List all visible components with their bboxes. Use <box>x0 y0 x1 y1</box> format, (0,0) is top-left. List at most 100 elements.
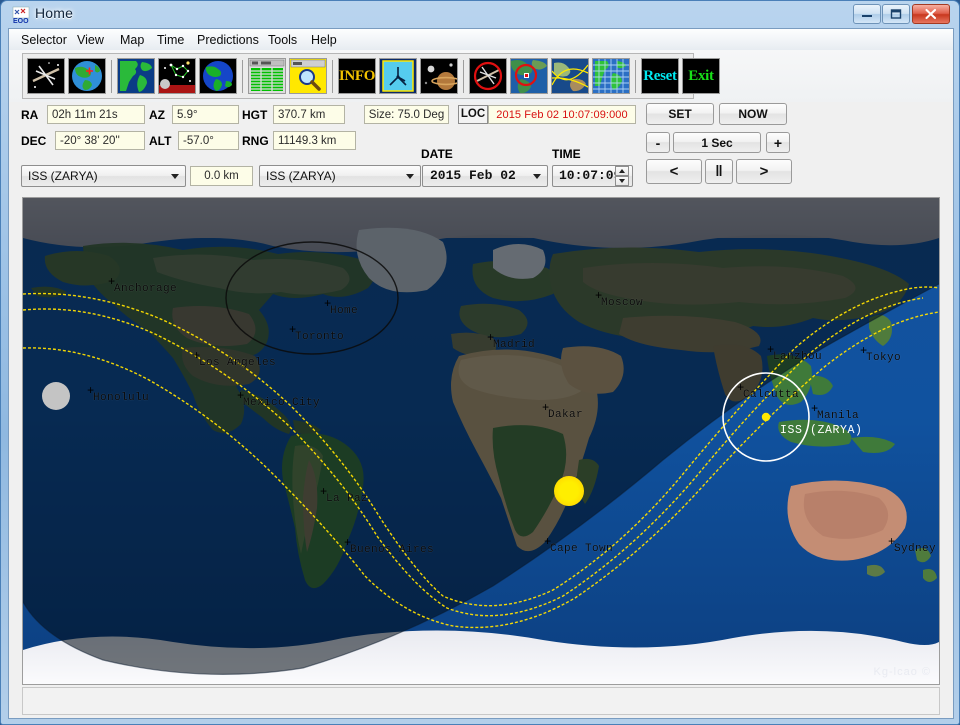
reset-button[interactable]: Reset <box>641 58 679 94</box>
city-label-cape-town: Cape Town <box>550 543 614 555</box>
globe-tracking-icon[interactable] <box>68 58 106 94</box>
set-button[interactable]: SET <box>646 103 714 125</box>
time-stepper[interactable] <box>615 166 629 186</box>
city-label-moscow: Moscow <box>601 297 644 309</box>
toolbar-separator <box>111 60 112 93</box>
time-value: 10:07:09 <box>559 168 622 183</box>
menu-map[interactable]: Map <box>115 32 149 48</box>
city-label-madrid: Madrid <box>493 339 536 351</box>
chevron-down-icon[interactable] <box>401 168 418 184</box>
earth-globe-icon[interactable] <box>199 58 237 94</box>
status-bar <box>22 687 940 715</box>
svg-text:EOO: EOO <box>13 18 29 24</box>
toolbar-panel: INFO Reset Exit <box>22 53 720 99</box>
city-label-lanzhou: Lanzhou <box>773 351 823 363</box>
maximize-button[interactable] <box>882 4 910 24</box>
info-icon[interactable]: INFO <box>338 58 376 94</box>
city-label-honolulu: Honolulu <box>93 392 150 404</box>
exit-button[interactable]: Exit <box>682 58 720 94</box>
dec-label: DEC <box>21 134 47 148</box>
menu-help[interactable]: Help <box>306 32 342 48</box>
field-size-value: Size: 75.0 Deg <box>364 105 449 124</box>
satellite-app-icon: EOO <box>12 6 30 25</box>
clock-icon[interactable] <box>379 58 417 94</box>
time-stepper-up[interactable] <box>615 166 629 176</box>
orbit-tracks-icon[interactable] <box>551 58 589 94</box>
menu-predictions[interactable]: Predictions <box>192 32 264 48</box>
no-satellite-icon[interactable] <box>469 58 507 94</box>
city-label-toronto: Toronto <box>295 331 345 343</box>
satellite-name-label: ISS (ZARYA) <box>780 424 863 437</box>
menu-selector[interactable]: Selector <box>16 32 72 48</box>
exit-label: Exit <box>688 67 714 84</box>
date-value: 2015 Feb 02 <box>430 168 516 183</box>
ra-label: RA <box>21 108 39 122</box>
city-label-anchorage: Anchorage <box>114 283 178 295</box>
now-button[interactable]: NOW <box>719 103 787 125</box>
pause-button[interactable]: ‖ <box>705 159 733 184</box>
hgt-label: HGT <box>242 108 268 122</box>
city-label-tokyo: Tokyo <box>866 352 902 364</box>
world-map[interactable]: + Anchorage + Home + Toronto + Los Angel… <box>23 198 939 684</box>
world-map-icon[interactable] <box>117 58 155 94</box>
time-stepper-down[interactable] <box>615 176 629 186</box>
city-label-la-paz: La Paz <box>326 493 369 505</box>
reset-label: Reset <box>643 67 677 84</box>
hgt-value: 370.7 km <box>273 105 345 124</box>
date-picker[interactable]: 2015 Feb 02 <box>422 165 548 187</box>
world-map-panel[interactable]: + Anchorage + Home + Toronto + Los Angel… <box>22 197 940 685</box>
city-label-buenos-aires: Buenos Aires <box>350 544 435 556</box>
planets-icon[interactable] <box>420 58 458 94</box>
decrease-step-button[interactable]: - <box>646 132 670 153</box>
minimize-button[interactable] <box>853 4 881 24</box>
map-watermark: Kg-lcao © <box>873 666 931 678</box>
city-label-manila: Manila <box>817 410 860 422</box>
secondary-satellite-select[interactable]: ISS (ZARYA) <box>259 165 421 187</box>
city-label-home: Home <box>330 305 359 317</box>
grid-map-icon[interactable] <box>592 58 630 94</box>
title-bar: EOO Home <box>1 1 960 28</box>
primary-satellite-select[interactable]: ISS (ZARYA) <box>21 165 186 187</box>
city-label-los-angeles: Los Angeles <box>199 357 277 369</box>
date-label: DATE <box>421 147 453 161</box>
toolbar-separator <box>635 60 636 93</box>
city-label-mexico-city: Mexico City <box>243 397 321 409</box>
chevron-down-icon[interactable] <box>166 168 183 184</box>
step-back-button[interactable]: < <box>646 159 702 184</box>
menu-time[interactable]: Time <box>152 32 189 48</box>
window-title: Home <box>35 5 74 21</box>
client-area: Selector View Map Time Predictions Tools… <box>8 28 954 719</box>
chevron-down-icon[interactable] <box>528 168 545 184</box>
city-label-calcutta: Calcutta <box>743 389 800 401</box>
menu-tools[interactable]: Tools <box>263 32 302 48</box>
toolbar-separator <box>463 60 464 93</box>
toolbar-separator <box>242 60 243 93</box>
close-button[interactable] <box>912 4 950 24</box>
info-label: INFO <box>338 67 376 84</box>
ground-station-icon[interactable] <box>510 58 548 94</box>
satellite-table-icon[interactable] <box>248 58 286 94</box>
city-label-sydney: Sydney <box>894 543 937 555</box>
distance-value: 0.0 km <box>190 166 253 186</box>
toolbar: INFO Reset Exit <box>9 50 953 102</box>
loc-value: 2015 Feb 02 10:07:09:000 <box>488 105 636 124</box>
time-step-display[interactable]: 1 Sec <box>673 132 761 153</box>
menu-view[interactable]: View <box>72 32 109 48</box>
search-window-icon[interactable] <box>289 58 327 94</box>
increase-step-button[interactable]: + <box>766 132 790 153</box>
menu-bar: Selector View Map Time Predictions Tools… <box>9 29 953 51</box>
ra-value: 02h 11m 21s <box>47 105 145 124</box>
rng-value: 11149.3 km <box>273 131 356 150</box>
application-window: EOO Home Selector View Map Time Predicti… <box>0 0 960 725</box>
primary-satellite-value: ISS (ZARYA) <box>28 169 98 183</box>
secondary-satellite-value: ISS (ZARYA) <box>266 169 336 183</box>
city-label-dakar: Dakar <box>548 409 584 421</box>
time-label: TIME <box>552 147 581 161</box>
star-chart-icon[interactable] <box>158 58 196 94</box>
rng-label: RNG <box>242 134 269 148</box>
az-label: AZ <box>149 108 165 122</box>
alt-label: ALT <box>149 134 172 148</box>
step-forward-button[interactable]: > <box>736 159 792 184</box>
dec-value: -20° 38' 20'' <box>55 131 145 150</box>
satellite-view-icon[interactable] <box>27 58 65 94</box>
